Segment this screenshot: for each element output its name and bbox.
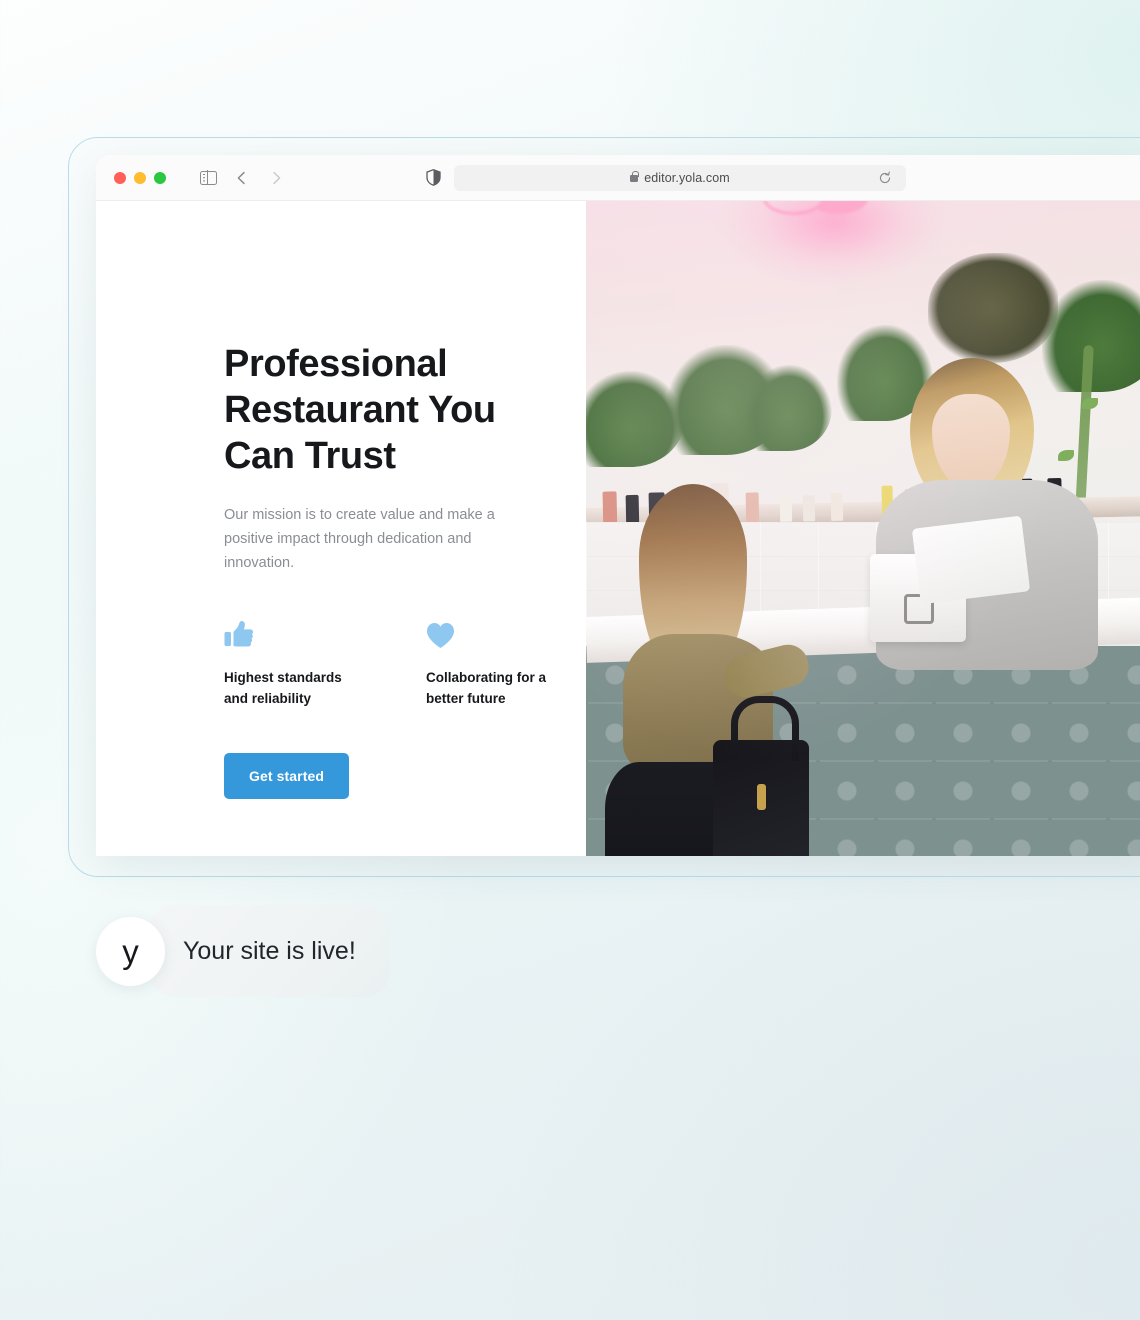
lock-icon xyxy=(630,170,639,182)
browser-nav-icons xyxy=(200,169,285,187)
chat-bubble-text: Your site is live! xyxy=(149,905,390,997)
maximize-window-button[interactable] xyxy=(154,171,166,184)
feature-label: Highest standards and reliability xyxy=(224,670,342,706)
thumbs-up-icon xyxy=(224,619,364,649)
hero-image-render xyxy=(586,201,1140,856)
feature-list: Highest standards and reliability Collab… xyxy=(224,619,586,709)
minimize-window-button[interactable] xyxy=(134,171,146,184)
site-page: Professional Restaurant You Can Trust Ou… xyxy=(96,201,1140,856)
browser-titlebar: editor.yola.com xyxy=(96,155,1140,201)
hero-image xyxy=(586,201,1140,856)
heart-icon xyxy=(426,619,566,649)
chat-message-1: y Your site is live! xyxy=(96,905,390,997)
reload-icon[interactable] xyxy=(878,170,892,185)
hero-subcopy: Our mission is to create value and make … xyxy=(224,507,495,571)
hero-text-column: Professional Restaurant You Can Trust Ou… xyxy=(96,201,586,856)
feature-item-standards: Highest standards and reliability xyxy=(224,619,364,709)
close-window-button[interactable] xyxy=(114,171,126,184)
page-title: Professional Restaurant You Can Trust xyxy=(224,343,496,477)
shield-icon[interactable] xyxy=(426,169,441,186)
get-started-button[interactable]: Get started xyxy=(224,753,350,799)
traffic-lights xyxy=(114,171,166,184)
feature-label: Collaborating for a better future xyxy=(426,670,547,706)
staff-person xyxy=(870,358,1110,738)
address-bar-url: editor.yola.com xyxy=(644,170,730,185)
feature-item-collaboration: Collaborating for a better future xyxy=(426,619,566,709)
forward-chevron-icon[interactable] xyxy=(267,169,285,187)
customer-person xyxy=(597,483,814,856)
sidebar-toggle-icon[interactable] xyxy=(200,169,217,186)
browser-window: editor.yola.com Professional Restaurant … xyxy=(96,155,1140,856)
back-chevron-icon[interactable] xyxy=(233,169,251,187)
address-bar[interactable]: editor.yola.com xyxy=(454,164,906,191)
neon-glow xyxy=(722,201,943,282)
pos-screen xyxy=(912,515,1031,605)
yola-logo-avatar: y xyxy=(96,916,165,986)
handbag xyxy=(713,695,810,856)
